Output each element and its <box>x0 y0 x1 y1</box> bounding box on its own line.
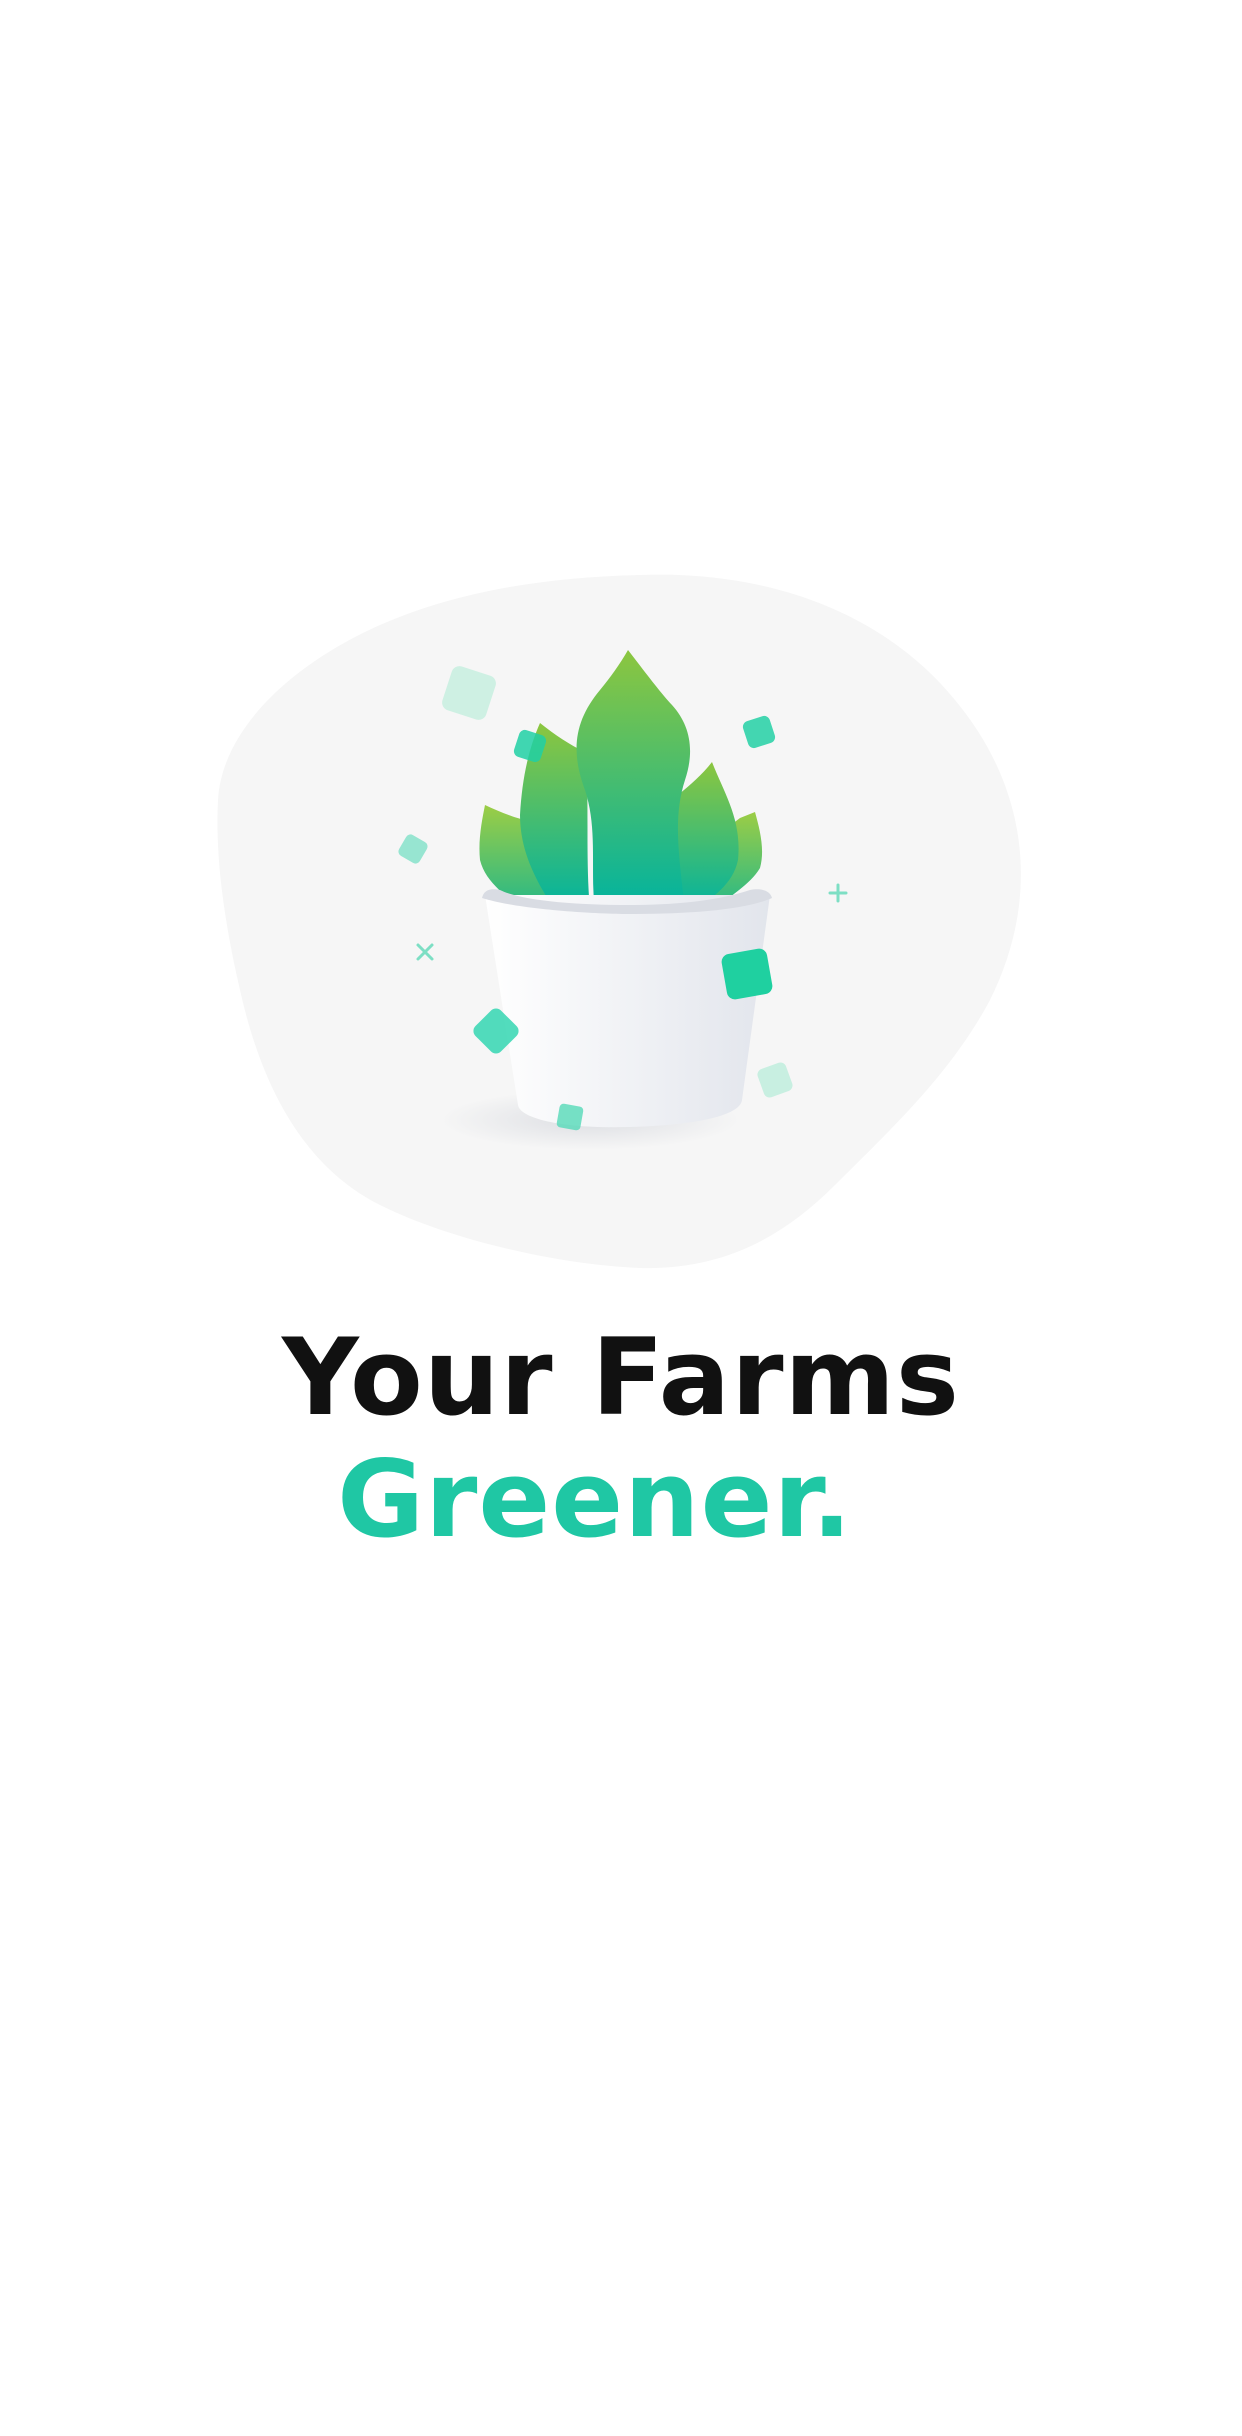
onboarding-screen: Your Farms Greener. <box>0 0 1242 2436</box>
headline-title: Your Farms <box>281 1316 961 1439</box>
deco-square <box>556 1103 584 1131</box>
pot <box>485 895 770 1128</box>
deco-square <box>721 948 773 1000</box>
plant-illustration <box>217 574 1021 1269</box>
headline-accent: Greener. <box>337 1438 853 1561</box>
